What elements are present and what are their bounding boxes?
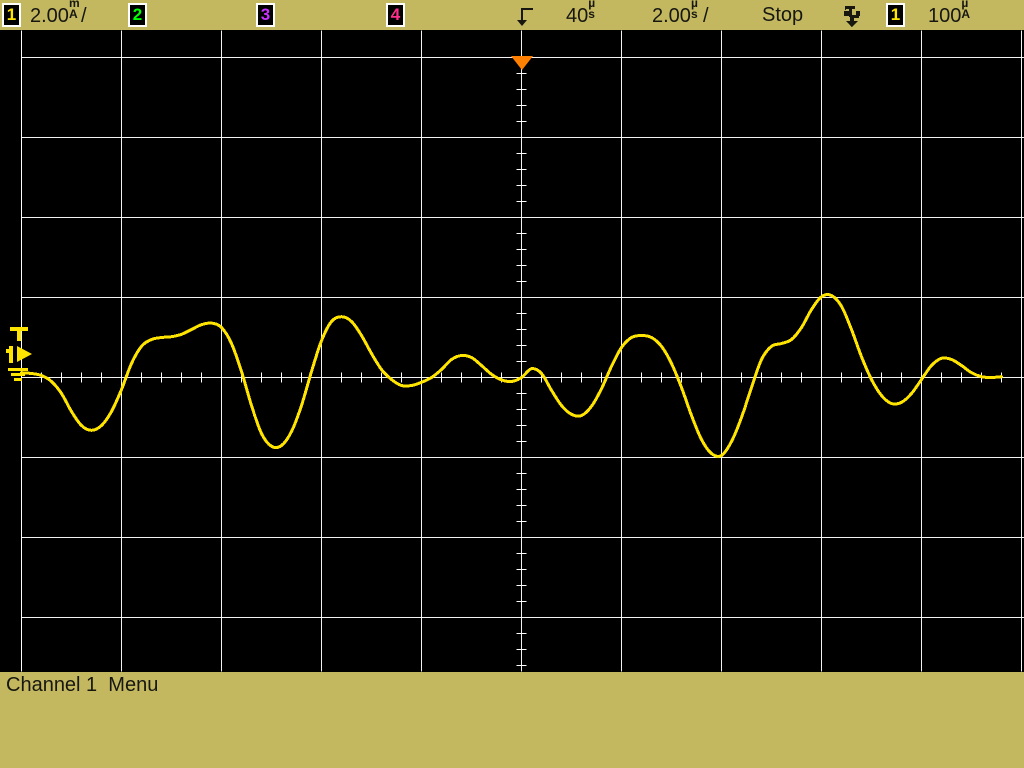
menu-title: Channel 1 Menu: [6, 674, 159, 696]
status-bar: 1 2.00 m A/ 2 3 4 40 µ s 2.00 µ s / Stop 1: [0, 0, 1024, 30]
oscilloscope-screen: 1 2.00 m A/ 2 3 4 40 µ s 2.00 µ s / Stop 1: [0, 0, 1024, 768]
delay-readout[interactable]: 40 µ s: [566, 0, 600, 29]
trigger-level-readout[interactable]: 100 µ A: [928, 0, 973, 29]
channel-1-unit-base: A: [68, 7, 78, 21]
timebase-suffix: /: [702, 5, 709, 27]
channel-1-badge[interactable]: 1: [2, 3, 21, 27]
channel-1-scale-unit: mA: [68, 0, 80, 22]
trigger-level-unit-base: A: [961, 7, 971, 21]
timebase-readout[interactable]: 2.00 µ s /: [652, 0, 709, 29]
channel-2-badge[interactable]: 2: [128, 3, 147, 27]
channel-1-scale-value: 2.00: [30, 5, 69, 27]
delay-value: 40: [566, 5, 589, 27]
timebase-value: 2.00: [652, 5, 691, 27]
channel-4-number: 4: [390, 5, 401, 24]
delay-reference-icon: [517, 8, 533, 26]
trigger-position-marker-icon[interactable]: [511, 56, 533, 70]
channel-1-ground-reference-icon[interactable]: [2, 326, 38, 382]
timebase-unit-base: s: [690, 7, 698, 21]
trigger-source-number: 1: [890, 5, 901, 24]
channel-1-scale[interactable]: 2.00 m A /: [30, 0, 87, 29]
delay-unit: µs: [588, 0, 599, 22]
acquisition-status[interactable]: Stop: [762, 2, 803, 28]
delay-unit-base: s: [588, 7, 595, 21]
trigger-level-unit: µA: [961, 0, 972, 22]
channel-1-number: 1: [6, 5, 17, 24]
softkey-menu-bar: Channel 1 Menu Coupling DC Imped 50 Ohm …: [0, 672, 1024, 768]
channel-3-badge[interactable]: 3: [256, 3, 275, 27]
trigger-source-badge[interactable]: 1: [886, 3, 905, 27]
channel-1-scale-suffix: /: [80, 5, 87, 27]
trigger-level-value: 100: [928, 5, 962, 27]
channel-2-number: 2: [132, 5, 143, 24]
channel-1-waveform: [20, 293, 1003, 458]
channel-4-badge[interactable]: 4: [386, 3, 405, 27]
falling-edge-icon[interactable]: [842, 5, 862, 27]
channel-3-number: 3: [260, 5, 271, 24]
timebase-unit: µs: [690, 0, 702, 22]
waveform-display[interactable]: [0, 30, 1024, 672]
